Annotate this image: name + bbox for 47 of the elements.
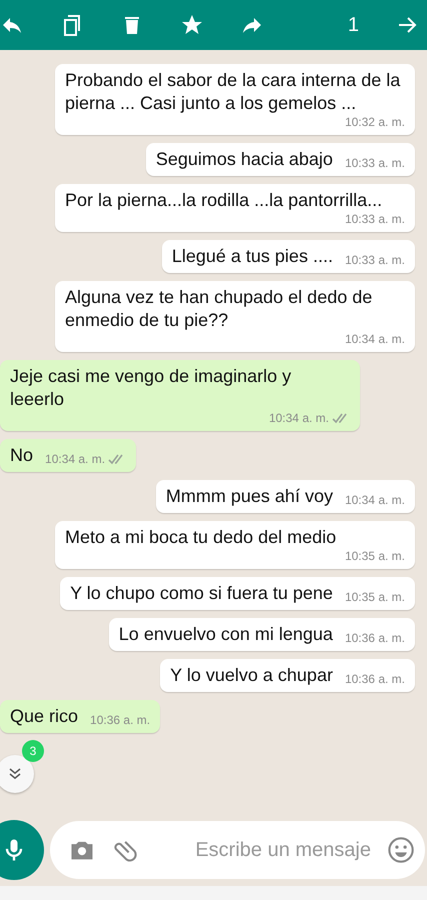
received-message[interactable]: Mmmm pues ahí voy 10:34 a. m.	[156, 480, 415, 513]
message-time: 10:36 a. m.	[90, 713, 150, 727]
message-time: 10:34 a. m.	[268, 411, 329, 425]
message-text: Meto a mi boca tu dedo del medio	[65, 526, 336, 549]
message-text: Por la pierna...la rodilla ...la pantorrilla...	[65, 189, 382, 212]
received-message[interactable]: Probando el sabor de la cara interna de la pierna ... Casi junto a los gemelos ... 10:32 a. m.	[55, 64, 415, 135]
received-message[interactable]: Y lo vuelvo a chupar 10:36 a. m.	[160, 659, 415, 692]
message-text: Probando el sabor de la cara interna de la pierna ... Casi junto a los gemelos ...	[65, 69, 402, 115]
message-time: 10:32 a. m.	[344, 115, 405, 129]
emoji-icon[interactable]	[387, 836, 415, 864]
message-text: No	[10, 444, 34, 467]
message-text: Y lo chupo como si fuera tu pene	[70, 582, 333, 605]
selected-count: 1	[348, 14, 359, 36]
received-message[interactable]: Y lo chupo como si fuera tu pene 10:35 a. m.	[60, 577, 415, 610]
received-message[interactable]: Seguimos hacia abajo 10:33 a. m.	[146, 143, 415, 176]
message-time: 10:36 a. m.	[344, 672, 405, 686]
message-time: 10:35 a. m.	[344, 590, 405, 604]
message-time: 10:33 a. m.	[344, 156, 405, 170]
sent-message[interactable]: Que rico 10:36 a. m.	[0, 700, 160, 733]
message-text: Mmmm pues ahí voy	[166, 485, 333, 508]
message-field[interactable]: Escribe un mensaje	[50, 821, 425, 879]
message-time: 10:34 a. m.	[45, 452, 106, 466]
received-message[interactable]: Lo envuelvo con mi lengua 10:36 a. m.	[108, 618, 415, 651]
message-time: 10:33 a. m.	[344, 212, 405, 226]
message-text: Seguimos hacia abajo	[156, 148, 333, 171]
scroll-down-button[interactable]	[0, 755, 34, 793]
message-time: 10:34 a. m.	[344, 493, 405, 507]
sent-message[interactable]: Jeje casi me vengo de imaginarlo y leeerlo 10:34 a. m.	[0, 360, 360, 431]
received-message[interactable]: Meto a mi boca tu dedo del medio 10:35 a. m.	[55, 521, 415, 569]
message-time: 10:35 a. m.	[344, 549, 405, 563]
message-time: 10:33 a. m.	[344, 253, 405, 267]
received-message[interactable]: Por la pierna...la rodilla ...la pantorrilla... 10:33 a. m.	[55, 184, 415, 232]
message-text: Alguna vez te han chupado el dedo de enmedio de tu pie??	[65, 286, 374, 332]
message-input[interactable]: Escribe un mensaje	[152, 838, 373, 862]
message-time: 10:36 a. m.	[344, 631, 405, 645]
sent-message[interactable]: No 10:34 a. m.	[0, 439, 136, 472]
message-time: 10:34 a. m.	[344, 332, 405, 346]
microphone-button[interactable]	[0, 820, 44, 880]
message-text: Llegué a tus pies ....	[172, 245, 333, 268]
message-text: Lo envuelvo con mi lengua	[118, 623, 333, 646]
message-text: Que rico	[10, 705, 78, 728]
message-text: Y lo vuelvo a chupar	[170, 664, 333, 687]
received-message[interactable]: Alguna vez te han chupado el dedo de enmedio de tu pie?? 10:34 a. m.	[55, 281, 415, 352]
received-message[interactable]: Llegué a tus pies .... 10:33 a. m.	[162, 240, 415, 273]
message-text: Jeje casi me vengo de imaginarlo y leeerlo	[10, 365, 292, 411]
unread-badge: 3	[22, 740, 44, 762]
star-icon[interactable]	[180, 13, 204, 37]
